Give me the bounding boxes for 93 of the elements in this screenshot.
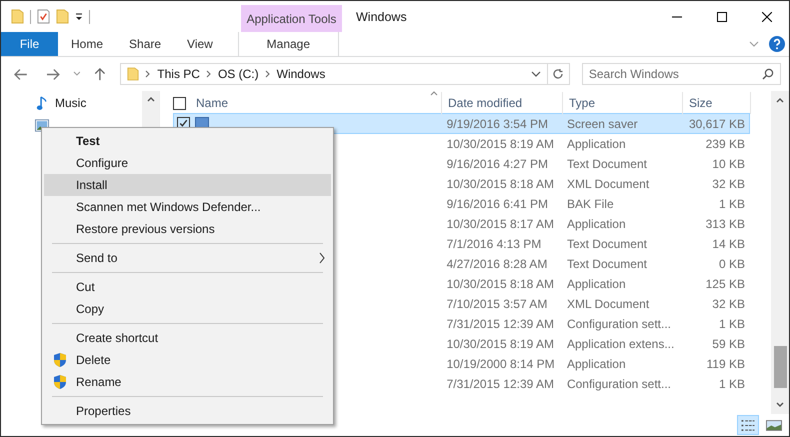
details-view-button[interactable] — [737, 415, 759, 435]
menu-item[interactable]: Cut — [44, 276, 331, 298]
table-cell-text: Configuration sett... — [566, 376, 672, 390]
table-cell-text: XML Document — [566, 176, 650, 190]
table-cell-text: 10/30/2015 8:19 AM — [446, 136, 555, 150]
breadcrumb[interactable]: This PC — [157, 67, 200, 81]
ribbon-tab[interactable]: Share — [116, 32, 174, 56]
select-all-checkbox[interactable] — [173, 96, 186, 110]
table-cell-text: 10/30/2015 8:17 AM — [446, 216, 555, 230]
ribbon-tab[interactable]: View — [174, 32, 226, 56]
chevron-right-icon[interactable] — [206, 70, 212, 78]
address-bar[interactable]: This PC OS (C:) Windows — [120, 63, 570, 85]
dropdown-icon[interactable] — [75, 12, 83, 20]
menu-item[interactable]: Configure — [44, 152, 331, 174]
music-note-icon — [35, 96, 49, 110]
table-cell-text: 239 KB — [704, 136, 746, 150]
landscape-icon — [766, 418, 782, 432]
chevron-right-icon[interactable] — [145, 70, 152, 78]
shield-icon — [53, 374, 67, 390]
table-cell-text: 32 KB — [711, 296, 746, 310]
breadcrumb[interactable]: Windows — [276, 67, 326, 81]
scroll-down-icon[interactable] — [776, 402, 784, 408]
table-cell-text: 30,617 KB — [688, 116, 746, 130]
menu-item[interactable]: Scannen met Windows Defender... — [44, 196, 331, 218]
table-cell-text: XML Document — [566, 296, 650, 310]
menu-item[interactable]: Install — [44, 174, 331, 196]
table-cell-text: 1 KB — [718, 376, 746, 390]
maximize-icon — [716, 12, 726, 22]
search-icon — [762, 68, 774, 80]
menu-item[interactable]: Delete — [44, 349, 331, 371]
ribbon-tab[interactable]: Home — [58, 32, 116, 56]
table-cell-text: 10/30/2015 8:18 AM — [446, 276, 555, 290]
close-icon — [762, 12, 772, 22]
table-cell-text: Application — [566, 356, 627, 370]
table-cell-text: Text Document — [566, 256, 648, 270]
table-cell-text: 10/30/2015 8:18 AM — [446, 176, 555, 190]
table-cell-text: 7/31/2015 12:39 AM — [446, 376, 555, 390]
table-cell-text: 9/19/2016 3:54 PM — [446, 116, 549, 130]
menu-item[interactable]: Create shortcut — [44, 327, 331, 349]
file-tab[interactable]: File — [1, 32, 58, 56]
table-cell-text: 10/30/2015 8:19 AM — [446, 336, 555, 350]
file-row[interactable]: 9/19/2016 3:54 PM Screen saver 30,617 KB — [173, 113, 750, 134]
help-icon[interactable] — [769, 36, 785, 52]
forward-icon[interactable] — [46, 68, 60, 80]
table-cell-text: 9/16/2016 4:27 PM — [446, 156, 549, 170]
table-cell-text: Application — [566, 136, 627, 150]
refresh-icon — [552, 68, 564, 80]
window-title: Windows — [356, 10, 407, 24]
menu-item[interactable]: Send to — [44, 247, 331, 269]
up-icon[interactable] — [93, 68, 108, 80]
chevron-down-icon[interactable] — [530, 71, 541, 77]
scrollbar-thumb[interactable] — [774, 346, 786, 388]
menu-item[interactable]: Rename — [44, 371, 331, 393]
table-cell-text: 1 KB — [718, 196, 746, 210]
details-list-icon — [740, 418, 756, 432]
breadcrumb[interactable]: OS (C:) — [218, 67, 259, 81]
chevron-right-icon[interactable] — [264, 70, 271, 78]
ribbon-tab[interactable]: Manage — [238, 32, 339, 56]
table-cell-text: BAK File — [566, 196, 615, 210]
table-cell-text: 10/19/2000 8:14 PM — [446, 356, 556, 370]
table-cell-text: Application — [566, 276, 627, 290]
table-cell-text: 10 KB — [711, 156, 746, 170]
table-cell-text: 313 KB — [704, 216, 746, 230]
menu-item[interactable]: Restore previous versions — [44, 218, 331, 240]
table-cell-text: 14 KB — [711, 236, 746, 250]
table-cell-text: 7/31/2015 12:39 AM — [446, 316, 555, 330]
table-cell-text: 119 KB — [706, 356, 746, 370]
menu-item[interactable]: Properties — [44, 400, 331, 422]
table-cell-text: 4/27/2016 8:28 AM — [446, 256, 548, 270]
table-cell-text: Application extens... — [566, 336, 676, 350]
search-field[interactable]: Search Windows — [582, 63, 781, 85]
folder-icon — [127, 67, 140, 81]
table-cell-text: 7/1/2016 4:13 PM — [446, 236, 542, 250]
table-cell-text: 32 KB — [711, 176, 746, 190]
table-cell-text: 7/10/2015 3:57 AM — [446, 296, 548, 310]
table-cell-text: Configuration sett... — [566, 316, 672, 330]
sidebar-item[interactable]: Music — [55, 96, 86, 110]
menu-item[interactable]: Copy — [44, 298, 331, 320]
table-cell-text: 125 KB — [704, 276, 746, 290]
table-cell-text: Text Document — [566, 236, 648, 250]
table-cell-text: Screen saver — [566, 116, 639, 130]
contextual-tab-header: Application Tools — [241, 5, 342, 32]
scroll-up-icon[interactable] — [776, 97, 784, 103]
table-cell-text: Text Document — [566, 156, 648, 170]
table-cell-text: Application — [566, 216, 627, 230]
table-cell-text: 1 KB — [718, 316, 746, 330]
table-cell-text: 0 KB — [718, 256, 746, 270]
table-cell-text: 59 KB — [711, 336, 746, 350]
back-icon[interactable] — [14, 68, 28, 80]
scroll-up-icon[interactable] — [146, 96, 154, 102]
table-cell-text: 9/16/2016 6:41 PM — [446, 196, 549, 210]
shield-icon — [53, 352, 67, 368]
properties-icon[interactable] — [37, 9, 50, 24]
